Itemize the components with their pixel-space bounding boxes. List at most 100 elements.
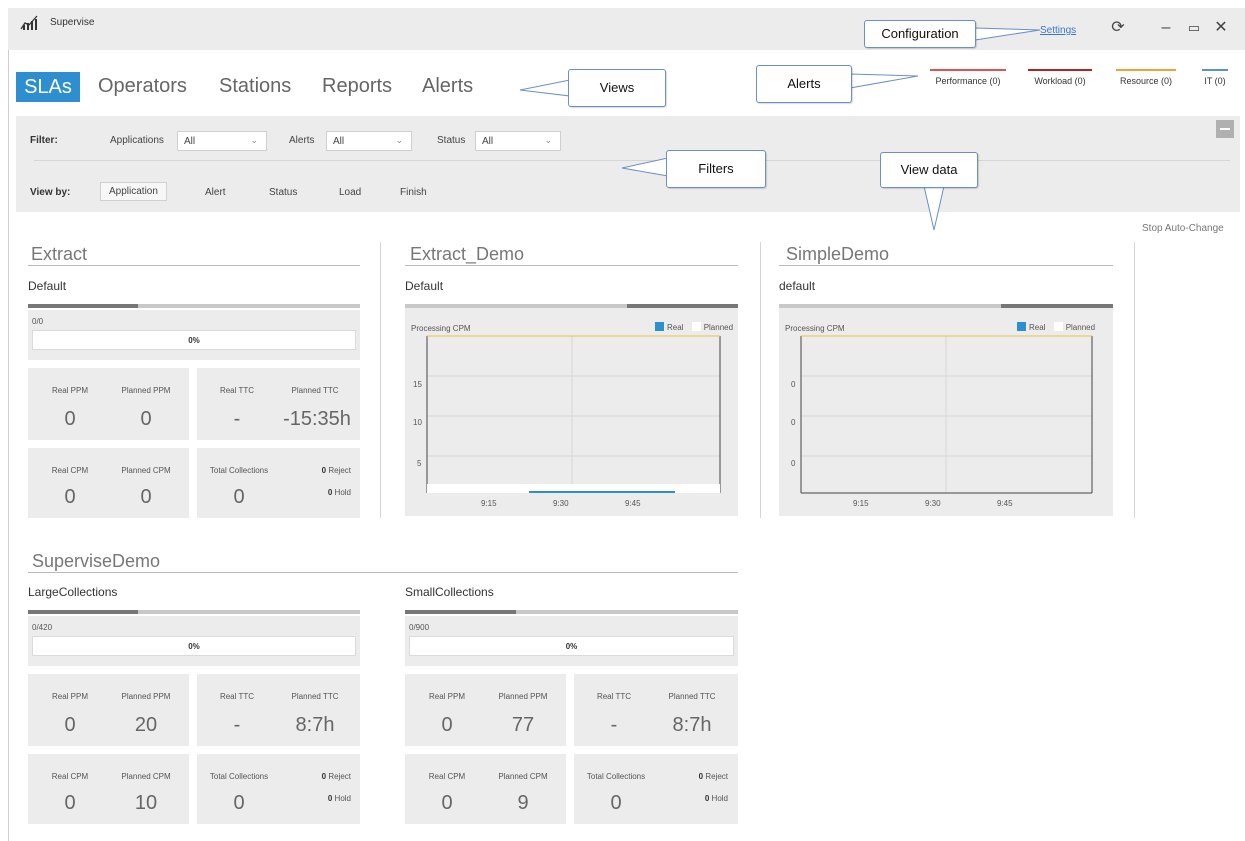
planned-ppm-value: 77: [511, 714, 535, 736]
total-collections-value: 0: [233, 792, 245, 814]
tab-operators[interactable]: Operators: [98, 75, 187, 98]
real-ppm-value: 0: [64, 714, 76, 736]
real-ttc-value: -: [233, 714, 241, 736]
tab-slas[interactable]: SLAs: [16, 72, 80, 102]
reject-count: 0 Reject: [698, 772, 728, 781]
metric-card-ppm: Real PPM 0 Planned PPM 0: [28, 368, 189, 440]
processing-cpm-chart: Processing CPM Real Planned 0 0 0 9:15 9…: [779, 308, 1113, 516]
planned-cpm-value: 0: [140, 486, 152, 508]
metric-card-collections: Total Collections 0 0 Reject 0 Hold: [574, 754, 738, 824]
tab-reports[interactable]: Reports: [322, 75, 392, 98]
progress-card: 0/0 0%: [28, 310, 360, 360]
close-icon[interactable]: ✕: [1211, 20, 1231, 36]
total-collections-value: 0: [610, 792, 622, 814]
alert-category-resource[interactable]: Resource (0): [1116, 69, 1176, 93]
bar-chart-logo-icon: [20, 15, 38, 30]
metric-card-collections: Total Collections 0 0 Reject 0 Hold: [197, 754, 360, 824]
alerts-select[interactable]: All ⌄: [326, 131, 412, 151]
sla-tab-bar: [28, 610, 360, 614]
progress-card: 0/420 0%: [28, 616, 360, 666]
planned-ttc-label: Planned TTC: [668, 692, 716, 701]
filter-label: Filter:: [30, 135, 58, 146]
progress-bar: 0%: [409, 636, 734, 656]
refresh-icon[interactable]: ⟳: [1108, 20, 1128, 36]
sla-name[interactable]: Default: [405, 279, 443, 293]
hold-count: 0 Hold: [327, 794, 351, 803]
sla-tab-bar: [405, 610, 738, 614]
view-by-application[interactable]: Application: [100, 182, 167, 201]
sla-name[interactable]: SmallCollections: [405, 585, 494, 599]
alert-category-it[interactable]: IT (0): [1202, 69, 1228, 93]
real-cpm-value: 0: [64, 486, 76, 508]
planned-ttc-label: Planned TTC: [291, 386, 339, 395]
real-ppm-label: Real PPM: [51, 386, 88, 395]
x-tick-label: 9:15: [481, 499, 497, 508]
x-tick-label: 9:45: [625, 499, 641, 508]
metric-card-ttc: Real TTC - Planned TTC -15:35h: [197, 368, 360, 440]
planned-cpm-value: 9: [517, 792, 529, 814]
metric-card-cpm: Real CPM 0 Planned CPM 0: [28, 448, 189, 518]
app-title-extract-demo: Extract_Demo: [410, 244, 525, 264]
metric-card-cpm: Real CPM 0 Planned CPM 10: [28, 754, 189, 824]
app-title-extract: Extract: [31, 244, 88, 264]
x-tick-label: 9:30: [553, 499, 569, 508]
settings-link[interactable]: Settings: [1040, 25, 1076, 36]
real-ttc-label: Real TTC: [219, 386, 255, 395]
alert-category-performance[interactable]: Performance (0): [930, 69, 1006, 93]
tab-stations[interactable]: Stations: [219, 75, 291, 98]
total-collections-value: 0: [233, 486, 245, 508]
y-tick-label: 15: [413, 380, 422, 389]
progress-bar: 0%: [32, 636, 356, 656]
status-select[interactable]: All ⌄: [475, 131, 561, 151]
y-tick-label: 5: [417, 459, 422, 468]
chevron-down-icon: ⌄: [544, 135, 552, 145]
filters-callout: Filters: [666, 150, 766, 188]
view-by-status[interactable]: Status: [269, 187, 297, 198]
app-rule: [405, 265, 738, 266]
progress-percent: 0%: [565, 642, 578, 651]
hold-count: 0 Hold: [327, 488, 351, 497]
maximize-icon[interactable]: ▭: [1184, 20, 1204, 36]
x-tick-label: 9:30: [925, 499, 941, 508]
stop-auto-change-link[interactable]: Stop Auto-Change: [1142, 223, 1224, 234]
total-collections-label: Total Collections: [586, 772, 646, 781]
planned-ttc-value: 8:7h: [295, 714, 335, 736]
view-by-finish[interactable]: Finish: [400, 187, 427, 198]
real-cpm-label: Real CPM: [428, 772, 466, 781]
real-ppm-label: Real PPM: [428, 692, 465, 701]
view-by-alert[interactable]: Alert: [205, 187, 226, 198]
planned-cpm-label: Planned CPM: [498, 772, 548, 781]
planned-cpm-label: Planned CPM: [121, 466, 171, 475]
chart-plot: 15 10 5 9:15 9:30 9:45: [413, 335, 721, 508]
collapse-filter-button[interactable]: [1216, 120, 1234, 138]
alert-category-workload[interactable]: Workload (0): [1028, 69, 1092, 93]
progress-percent: 0%: [188, 336, 200, 345]
minimize-icon[interactable]: –: [1156, 20, 1176, 36]
hold-count: 0 Hold: [704, 794, 728, 803]
y-tick-label: 0: [791, 459, 796, 468]
real-ttc-value: -: [233, 408, 241, 430]
planned-ttc-value: 8:7h: [672, 714, 712, 736]
planned-cpm-label: Planned CPM: [121, 772, 171, 781]
tab-alerts[interactable]: Alerts: [422, 75, 473, 98]
sla-tab-bar: [28, 304, 360, 308]
app-title-simpledemo: SimpleDemo: [786, 244, 890, 264]
planned-ppm-value: 20: [134, 714, 158, 736]
view-by-load[interactable]: Load: [339, 187, 361, 198]
configuration-callout: Configuration: [864, 20, 976, 48]
progress-ratio: 0/420: [32, 623, 53, 632]
real-ttc-value: -: [610, 714, 618, 736]
app-title-supervisedemo: SuperviseDemo: [32, 551, 161, 571]
y-tick-label: 10: [413, 418, 422, 427]
applications-select[interactable]: All ⌄: [177, 131, 267, 151]
chevron-down-icon: ⌄: [250, 135, 258, 145]
sla-name[interactable]: Default: [28, 279, 66, 293]
chevron-down-icon: ⌄: [395, 135, 403, 145]
status-filter-label: Status: [437, 135, 466, 146]
x-tick-label: 9:15: [853, 499, 869, 508]
real-cpm-label: Real CPM: [51, 466, 89, 475]
sla-name[interactable]: LargeCollections: [28, 585, 117, 599]
alerts-callout: Alerts: [756, 65, 852, 103]
sla-name[interactable]: default: [779, 279, 815, 293]
app-rule: [28, 265, 360, 266]
